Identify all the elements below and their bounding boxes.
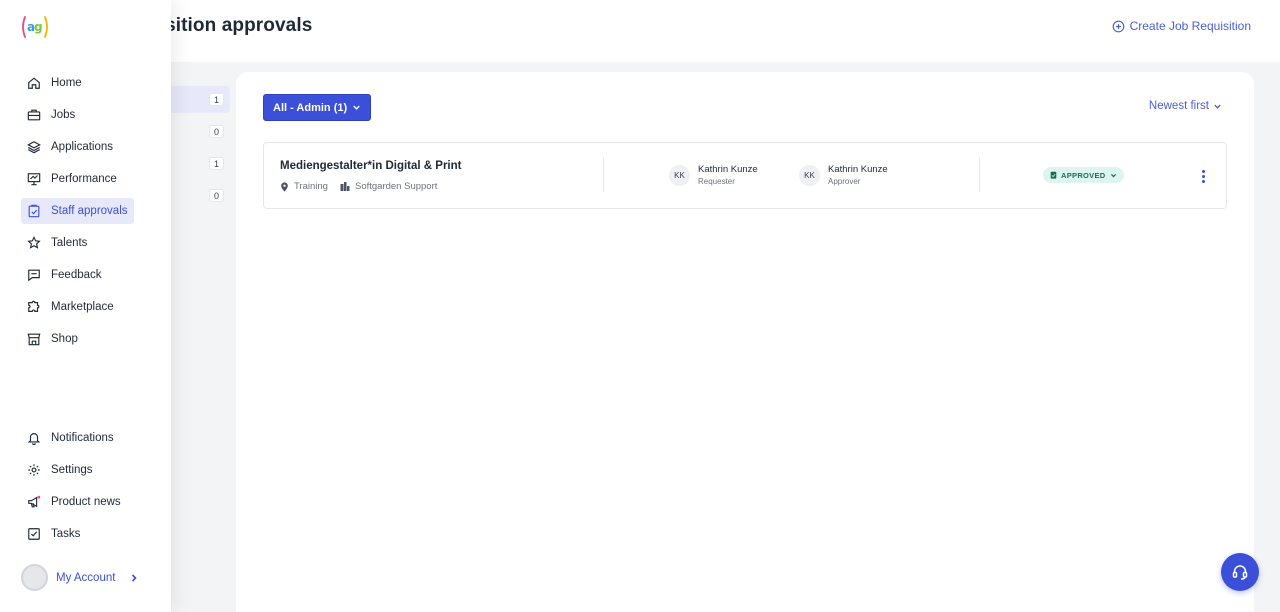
home-icon [28,77,40,89]
chevron-down-icon [1110,173,1116,177]
chat-icon [28,269,40,282]
support-chat-button[interactable] [1221,553,1259,591]
column-divider [603,158,604,192]
requester-name: Kathrin Kunze [698,164,758,175]
count-badge: 0 [209,125,224,138]
status-label: APPROVED [1061,170,1106,180]
status-badge[interactable]: APPROVED [1043,167,1124,183]
sidebar-item-shop[interactable]: Shop [21,326,134,352]
count-badge: 0 [209,189,224,202]
sidebar-item-label: Jobs [51,109,76,121]
logo: a g [20,14,50,46]
clipboard-check-icon [1050,171,1057,179]
chevron-down-icon [1214,104,1221,109]
approver: KK Kathrin Kunze Approver [799,164,888,186]
count-badge: 1 [209,157,224,170]
store-icon [27,333,41,346]
gear-icon [28,464,40,476]
page-title: uisition approvals [148,15,313,36]
sidebar-item-label: Applications [51,141,114,153]
sidebar-item-applications[interactable]: Applications [21,134,134,160]
sort-dropdown[interactable]: Newest first [1149,100,1222,112]
requisition-row[interactable]: Mediengestalter*in Digital & Print Train… [263,142,1227,209]
sidebar-item-feedback[interactable]: Feedback [21,262,134,288]
sidebar-item-label: Staff approvals [51,205,128,217]
sort-label: Newest first [1148,100,1209,112]
chevron-down-icon [353,105,360,110]
sidebar-item-label: Notifications [51,432,114,444]
sidebar-item-tasks[interactable]: Tasks [21,521,134,547]
sidebar: a g Home Jobs Applications Performance S… [0,0,171,612]
headset-icon [1232,565,1248,580]
chevron-right-icon [132,573,138,582]
sidebar-item-label: Shop [51,333,78,345]
sidebar-item-label: Tasks [51,528,81,540]
presentation-icon [27,173,41,186]
sidebar-item-home[interactable]: Home [21,70,134,96]
department-label: Softgarden Support [354,181,438,192]
department-icon [340,182,350,191]
admin-filter-dropdown[interactable]: All - Admin (1) [263,94,372,121]
plus-circle-icon [1112,20,1124,32]
secondary-nav: Notifications Settings Product news Task… [21,425,134,553]
bell-icon [27,433,41,445]
sidebar-item-label: Performance [51,173,117,185]
requisition-title[interactable]: Mediengestalter*in Digital & Print [280,160,461,172]
sidebar-item-label: Feedback [51,269,102,281]
location-label: Training [294,181,328,192]
sidebar-item-label: Talents [51,237,88,249]
main-nav: Home Jobs Applications Performance Staff… [21,70,134,358]
my-account-button[interactable]: My Account [21,564,139,591]
my-account-label: My Account [56,571,116,584]
svg-text:g: g [34,20,42,34]
brand-logo-icon: a g [22,16,48,38]
requester: KK Kathrin Kunze Requester [669,164,758,186]
create-job-requisition-label: Create Job Requisition [1129,19,1251,33]
top-header: uisition approvals Create Job Requisitio… [0,0,1280,62]
sidebar-item-marketplace[interactable]: Marketplace [21,294,134,320]
sidebar-item-label: Marketplace [51,301,114,313]
sidebar-item-settings[interactable]: Settings [21,457,134,483]
location-pin-icon [281,181,288,192]
requester-role: Requester [698,177,735,186]
sidebar-item-staff-approvals[interactable]: Staff approvals [21,198,134,224]
briefcase-icon [27,109,41,121]
sidebar-item-label: Home [51,77,82,89]
column-divider [979,158,980,192]
avatar [21,564,48,591]
count-badge: 1 [209,93,224,106]
layers-icon [27,141,41,154]
requisition-list-panel: All - Admin (1) Newest first Mediengesta… [236,72,1254,612]
star-icon [27,236,41,249]
sidebar-item-jobs[interactable]: Jobs [21,102,134,128]
approver-role: Approver [828,177,861,186]
sidebar-item-label: Product news [51,496,121,508]
checkbox-icon [28,528,40,540]
clipboard-check-icon [28,204,40,218]
more-options-icon[interactable] [1198,167,1208,185]
sidebar-item-performance[interactable]: Performance [21,166,134,192]
sidebar-item-notifications[interactable]: Notifications [21,425,134,451]
create-job-requisition-button[interactable]: Create Job Requisition [1112,19,1251,33]
sidebar-item-label: Settings [51,464,93,476]
megaphone-icon [28,495,41,508]
avatar: KK [799,164,820,186]
requisition-meta: Training Softgarden Support [280,181,437,192]
sidebar-item-product-news[interactable]: Product news [21,489,134,515]
puzzle-icon [28,300,40,312]
sidebar-item-talents[interactable]: Talents [21,230,134,256]
avatar: KK [669,164,690,186]
approver-name: Kathrin Kunze [828,164,888,175]
admin-filter-label: All - Admin (1) [273,101,348,114]
